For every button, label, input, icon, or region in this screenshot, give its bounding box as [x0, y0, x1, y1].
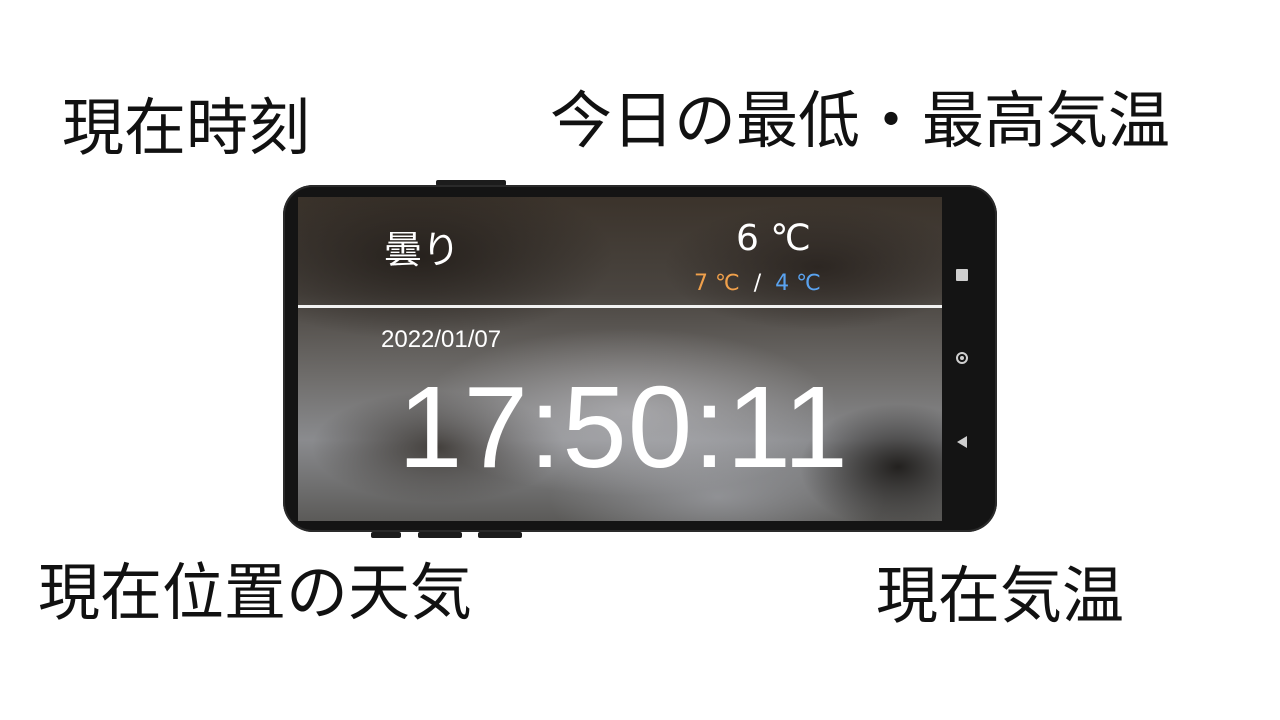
- caption-current-weather: 現在位置の天気: [38, 556, 473, 629]
- caption-current-time: 現在時刻: [62, 91, 311, 164]
- circle-icon[interactable]: [956, 352, 968, 364]
- header-divider: [298, 305, 942, 308]
- phone-side-button-1: [371, 532, 401, 538]
- clock-app-screen: 曇り 6 ℃ 7 ℃ / 4 ℃ 2022/01/07 17:50:11: [298, 197, 942, 521]
- phone-side-button-3: [478, 532, 522, 538]
- temp-separator: /: [753, 271, 762, 296]
- phone-side-button-2: [418, 532, 462, 538]
- current-temperature: 6 ℃: [736, 218, 811, 259]
- back-triangle-icon[interactable]: [957, 436, 967, 448]
- caption-current-temperature: 現在気温: [876, 559, 1125, 632]
- square-icon[interactable]: [956, 269, 968, 281]
- current-time: 17:50:11: [398, 362, 849, 492]
- min-max-temperature: 7 ℃ / 4 ℃: [694, 273, 821, 295]
- current-date: 2022/01/07: [381, 326, 502, 353]
- max-temperature: 7 ℃: [694, 271, 740, 296]
- min-temperature: 4 ℃: [775, 271, 821, 296]
- caption-today-min-max: 今日の最低・最高気温: [550, 84, 1171, 157]
- weather-condition: 曇り: [384, 228, 461, 272]
